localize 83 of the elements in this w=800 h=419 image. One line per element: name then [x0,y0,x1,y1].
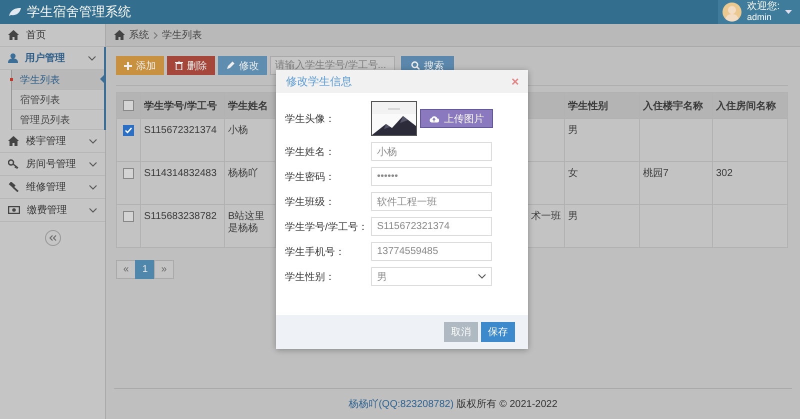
table-cell: 男 [568,211,578,222]
cloud-upload-icon [429,114,439,122]
table-cell: 杨杨吖 [228,168,258,179]
table-cell: B站这里是杨杨 [228,211,265,234]
input-field[interactable]: 小杨 [371,142,492,161]
field-label: 学生班级： [285,196,336,208]
breadcrumb-item[interactable]: 系统 [129,28,149,42]
column-header: 入住房间名称 [716,100,776,112]
checkbox[interactable] [123,168,134,179]
close-button[interactable]: × [511,74,519,89]
sidebar-subitem[interactable]: 管理员列表 [12,110,104,130]
sidebar-item[interactable]: 缴费管理 [0,199,105,222]
table-cell: S115683238782 [144,211,217,222]
page-button[interactable]: 1 [135,260,155,279]
chevron-icon [89,162,97,166]
home-icon [8,30,19,40]
column-header: 学生学号/学工号 [144,100,217,112]
table-cell: S115672321374 [144,125,217,136]
sidebar-subitem[interactable]: 宿管列表 [12,90,104,110]
copyright-text: 版权所有 © 2021-2022 [456,398,558,411]
sidebar-item[interactable]: 房间号管理 [0,153,105,176]
cancel-button[interactable]: 取消 [444,322,478,342]
plus-icon [124,62,132,70]
chevron-icon [478,274,486,279]
house-icon [8,136,19,146]
chevron-icon [153,32,158,38]
input-field[interactable]: 13774559485 [371,242,492,261]
field-label: 学生学号/学工号： [285,220,369,234]
sidebar-item[interactable]: 维修管理 [0,176,105,199]
table-cell: 小杨 [228,125,248,136]
column-header: 学生姓名 [228,100,268,112]
save-button[interactable]: 保存 [481,322,515,342]
dialog-title: 修改学生信息 [286,75,352,89]
user-icon [8,53,18,63]
user-name: admin [747,12,773,22]
key-icon [8,159,19,169]
avatar-icon [722,2,742,22]
column-header: 入住楼宇名称 [643,100,703,112]
leaf-icon [8,7,22,17]
upload-button[interactable]: 上传图片 [420,109,493,128]
collapse-button[interactable] [44,230,60,246]
input-field[interactable]: S115672321374 [371,217,492,236]
field-label: 学生手机号： [285,246,346,258]
app-title: 学生宿舍管理系统 [27,3,131,21]
sidebar-subitem[interactable]: 学生列表 [12,70,104,90]
table-cell: 术一班 [531,211,561,222]
table-cell: 男 [568,125,578,136]
field-label: 学生性别： [285,270,336,284]
checkbox[interactable] [123,211,134,222]
field-label: 学生姓名： [285,146,336,158]
edit-button[interactable]: 修改 [218,56,267,75]
table-cell: 桃园7 [643,168,669,179]
hammer-icon [8,182,19,192]
sidebar-item[interactable]: 首页 [0,24,105,47]
breadcrumb-item: 学生列表 [162,28,202,42]
field-label: 学生头像： [285,112,336,126]
chevron-icon [89,138,97,144]
table-cell: 女 [568,168,578,179]
home-icon [114,30,125,40]
field-label: 学生密码： [285,170,336,184]
delete-button[interactable]: 删除 [167,56,215,75]
caret-icon[interactable] [784,10,792,14]
pencil-icon [226,61,235,70]
trash-icon [175,61,183,70]
greeting-text: 欢迎您: [747,2,780,12]
checkbox[interactable] [123,125,134,136]
banknote-icon [8,205,20,215]
chevron-icon [89,208,97,212]
author-link[interactable]: 杨杨吖(QQ:823208782) [348,397,454,411]
table-cell: S114314832483 [144,168,217,179]
prev-page-button[interactable]: « [116,260,136,279]
chevron-icon [89,184,97,190]
sidebar-item[interactable]: 楼宇管理 [0,130,105,153]
input-field[interactable]: 软件工程一班 [371,192,492,211]
table-cell: 302 [716,168,733,179]
chevron-icon [88,56,96,60]
next-page-button[interactable]: » [154,260,174,279]
column-header: 学生性别 [568,100,608,112]
add-button[interactable]: 添加 [116,56,164,75]
input-field[interactable]: •••••• [371,167,492,186]
checkbox[interactable] [123,100,134,111]
select-field[interactable]: 男 [371,267,492,286]
double-chevron-icon [48,235,56,241]
